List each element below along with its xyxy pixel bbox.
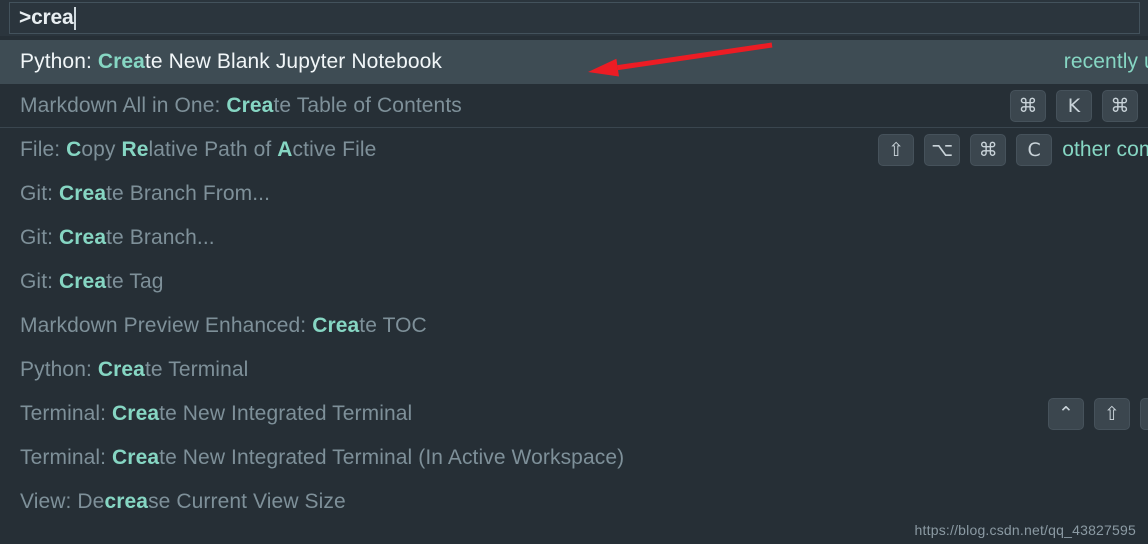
label-text: Python: (20, 358, 98, 381)
label-text: Markdown All in One: (20, 93, 227, 117)
command-result-label: File: Copy Relative Path of Active File (20, 138, 376, 162)
match-highlight: C (66, 138, 82, 161)
keybinding-key: ` (1140, 398, 1148, 430)
command-palette-input-row: >crea (0, 0, 1148, 36)
label-text: opy (81, 138, 122, 161)
label-text: te Tag (106, 270, 164, 293)
command-result-row[interactable]: View: Decrease Current View Size (0, 480, 1148, 524)
keybinding-chips: ⌘K⌘L (1010, 90, 1148, 122)
keybinding-key: K (1056, 90, 1092, 122)
command-result-row[interactable]: Python: Create Terminal (0, 348, 1148, 392)
label-text: Terminal: (20, 402, 113, 425)
match-highlight: A (277, 138, 293, 161)
row-right-area: ⌘K⌘L (1010, 84, 1148, 127)
command-result-label: Terminal: Create New Integrated Terminal… (20, 446, 624, 470)
command-result-row[interactable]: Terminal: Create New Integrated Terminal… (0, 436, 1148, 480)
row-right-area: ⌃ ⇧ ` (1048, 392, 1148, 436)
command-result-row[interactable]: Python: Create New Blank Jupyter Noteboo… (0, 40, 1148, 84)
label-text: se Current View Size (148, 490, 346, 513)
command-result-row[interactable]: Git: Create Tag (0, 260, 1148, 304)
match-highlight: Re (121, 138, 149, 161)
text-caret (74, 6, 77, 30)
command-result-label: Git: Create Tag (20, 270, 164, 294)
match-highlight: Crea (97, 50, 145, 73)
label-text: Git: (20, 226, 60, 249)
watermark-url: https://blog.csdn.net/qq_43827595 (914, 522, 1136, 538)
command-result-label: Python: Create New Blank Jupyter Noteboo… (20, 50, 442, 74)
match-highlight: Crea (312, 314, 360, 337)
label-text: te New Blank Jupyter Notebook (144, 50, 443, 73)
keybinding-key: ⌘ (1102, 90, 1138, 122)
row-right-area: ⇧ ⌥ ⌘ Cother commands (878, 128, 1148, 172)
label-text: te Table of Contents (273, 93, 462, 117)
label-text: Terminal: (20, 446, 113, 469)
label-text: te TOC (359, 314, 427, 337)
row-right-area: recently used (1064, 40, 1148, 84)
command-result-row[interactable]: Git: Create Branch... (0, 216, 1148, 260)
command-result-row[interactable]: Markdown Preview Enhanced: Create TOC (0, 304, 1148, 348)
group-label: recently used (1063, 50, 1148, 73)
match-highlight: Crea (97, 358, 145, 381)
keybinding-chips: ⇧ ⌥ ⌘ C (878, 134, 1053, 166)
command-result-label: Git: Create Branch From... (20, 182, 270, 206)
command-result-row[interactable]: Terminal: Create New Integrated Terminal… (0, 392, 1148, 436)
label-text: Markdown Preview Enhanced: (20, 314, 313, 337)
keybinding-key: ⇧ (1094, 398, 1130, 430)
keybinding-key: ⌥ (924, 134, 961, 166)
command-results-list: Python: Create New Blank Jupyter Noteboo… (0, 40, 1148, 544)
keybinding-key: C (1016, 134, 1053, 166)
keybinding-key: ⌘ (1010, 90, 1046, 122)
label-text: ctive File (292, 138, 377, 161)
keybinding-chips: ⌃ ⇧ ` (1048, 398, 1148, 430)
match-highlight: Crea (59, 270, 107, 293)
match-highlight: Crea (226, 93, 274, 117)
label-text: File: (20, 138, 67, 161)
label-text: te New Integrated Terminal (159, 402, 413, 425)
command-result-label: Markdown Preview Enhanced: Create TOC (20, 314, 427, 338)
command-result-label: Markdown All in One: Create Table of Con… (20, 94, 462, 118)
label-text: Git: (20, 270, 60, 293)
match-highlight: Crea (112, 402, 160, 425)
command-result-label: View: Decrease Current View Size (20, 490, 346, 514)
command-result-label: Terminal: Create New Integrated Terminal (20, 402, 412, 426)
command-result-row[interactable]: File: Copy Relative Path of Active File ⇧… (0, 128, 1148, 172)
label-text: View: De (20, 490, 105, 513)
label-text: te Branch From... (106, 182, 271, 205)
label-text: lative Path of (148, 138, 278, 161)
label-text: Python: (20, 50, 98, 73)
group-label: other commands (1062, 138, 1148, 161)
search-input[interactable]: >crea (9, 2, 1140, 34)
label-text: te Terminal (144, 358, 249, 381)
command-result-row[interactable]: Markdown All in One: Create Table of Con… (0, 84, 1148, 128)
label-text: Git: (20, 182, 60, 205)
match-highlight: crea (104, 490, 149, 513)
match-highlight: Crea (59, 226, 107, 249)
command-result-row[interactable]: Git: Create Branch From... (0, 172, 1148, 216)
search-input-value: >crea (19, 6, 74, 29)
command-result-label: Git: Create Branch... (20, 226, 215, 250)
label-text: te Branch... (106, 226, 215, 249)
command-result-label: Python: Create Terminal (20, 358, 248, 382)
keybinding-key: ⌘ (970, 134, 1007, 166)
command-palette: >crea Python: Create New Blank Jupyter N… (0, 0, 1148, 544)
keybinding-key: ⇧ (878, 134, 915, 166)
match-highlight: Crea (112, 446, 160, 469)
match-highlight: Crea (59, 182, 107, 205)
label-text: te New Integrated Terminal (In Active Wo… (159, 446, 625, 469)
keybinding-key: ⌃ (1048, 398, 1084, 430)
